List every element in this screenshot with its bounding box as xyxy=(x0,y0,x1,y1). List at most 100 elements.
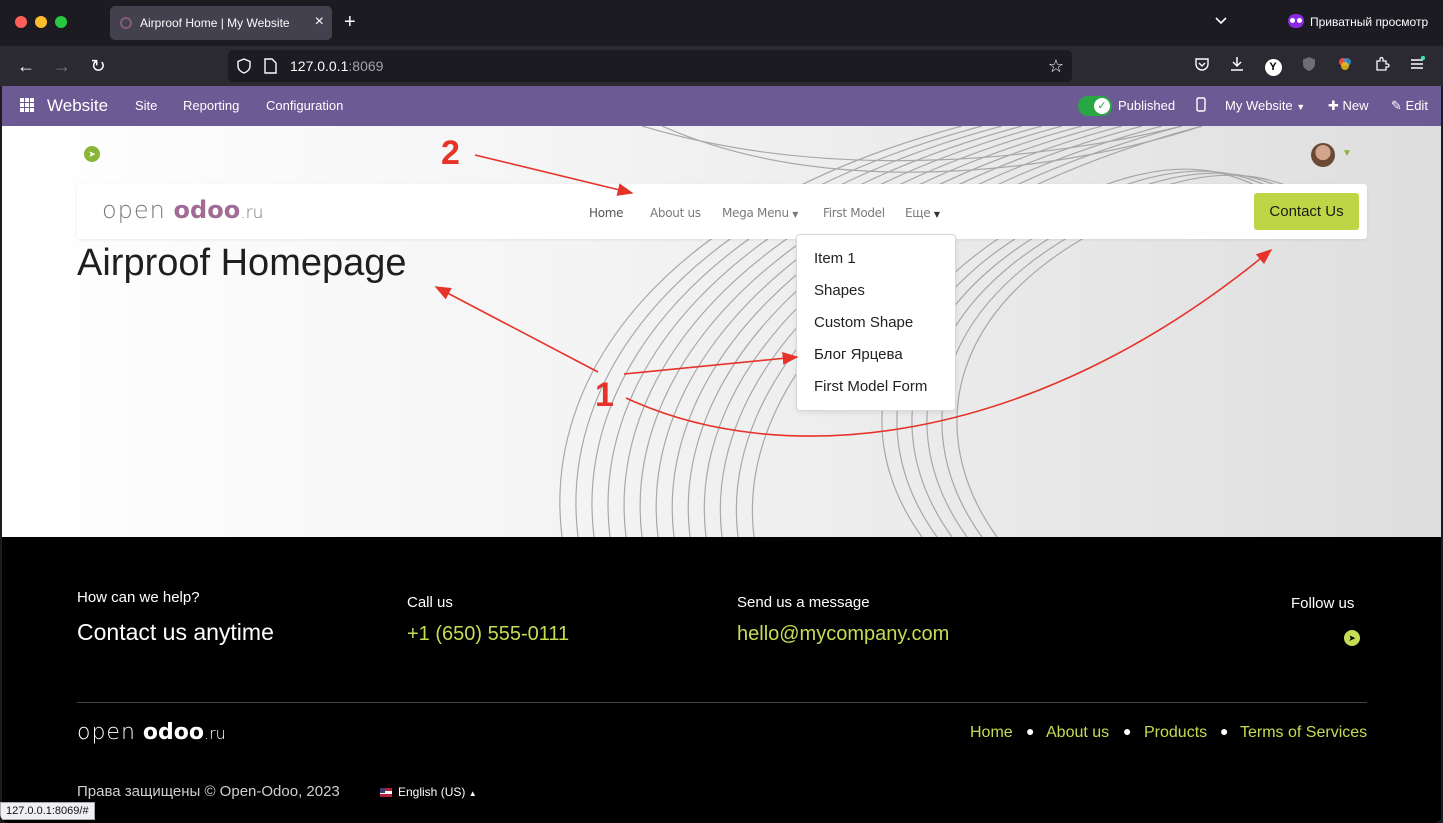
back-arrow-icon[interactable]: ← xyxy=(15,55,37,77)
footer-logo[interactable]: open odoo.ru xyxy=(77,720,226,745)
avatar[interactable] xyxy=(1311,143,1335,167)
caret-down-icon: ▼ xyxy=(1296,102,1306,112)
phone-link[interactable]: +1 (650) 555-0111 xyxy=(407,623,569,646)
logo-tld: .ru xyxy=(240,203,264,223)
dropdown-item-custom-shape[interactable]: Custom Shape xyxy=(814,314,913,331)
nav-mega-menu[interactable]: Mega Menu ▼ xyxy=(722,206,798,220)
page-title: Airproof Homepage xyxy=(77,242,407,284)
ublock-extension-icon[interactable] xyxy=(1299,56,1319,76)
copyright-text: Права защищены © Open-Odoo, 2023 xyxy=(77,783,340,800)
website-page: ➤ ▼ open odoo.ru Home About us Mega Menu… xyxy=(2,126,1441,537)
plus-icon: ✚ xyxy=(1328,98,1339,113)
logo-open: open xyxy=(102,196,166,224)
page-info-icon[interactable] xyxy=(264,58,277,79)
bookmark-star-icon[interactable]: ☆ xyxy=(1048,56,1064,77)
mobile-preview-icon[interactable] xyxy=(1196,97,1206,115)
odoo-admin-bar: Website Site Reporting Configuration Pub… xyxy=(2,86,1441,126)
footer-logo-odoo: odoo xyxy=(142,720,204,745)
tab-title: Airproof Home | My Website xyxy=(140,16,290,30)
list-all-tabs-icon[interactable] xyxy=(1214,13,1228,31)
url-text[interactable]: 127.0.0.1:8069 xyxy=(290,58,383,74)
avatar-caret-icon[interactable]: ▼ xyxy=(1342,148,1352,159)
follow-label: Follow us xyxy=(1291,595,1355,612)
language-label: English (US) xyxy=(398,785,466,799)
message-label: Send us a message xyxy=(737,594,870,611)
admin-menu-configuration[interactable]: Configuration xyxy=(266,98,343,113)
dropdown-item-shapes[interactable]: Shapes xyxy=(814,282,865,299)
color-extension-icon[interactable] xyxy=(1335,56,1355,76)
caret-up-icon: ▲ xyxy=(468,789,477,798)
forward-arrow-icon[interactable]: → xyxy=(51,55,73,77)
address-bar[interactable]: 127.0.0.1:8069 ☆ xyxy=(228,50,1072,82)
browser-tab[interactable]: Airproof Home | My Website × xyxy=(110,6,332,40)
website-selector[interactable]: My Website ▼ xyxy=(1225,98,1305,113)
help-heading: Contact us anytime xyxy=(77,619,274,645)
yandex-extension-icon[interactable]: Y xyxy=(1263,56,1283,76)
dropdown-item-blog[interactable]: Блог Ярцева xyxy=(814,346,903,363)
navigation-toolbar: ← → ↻ 127.0.0.1:8069 ☆ Y xyxy=(0,46,1443,86)
admin-menu-site[interactable]: Site xyxy=(135,98,157,113)
nav-more[interactable]: Еще ▼ xyxy=(905,206,940,220)
admin-menu-reporting[interactable]: Reporting xyxy=(183,98,239,113)
contact-us-button[interactable]: Contact Us xyxy=(1254,193,1359,230)
telegram-icon[interactable]: ➤ xyxy=(1344,630,1360,646)
footer-separator: ● xyxy=(1220,723,1229,739)
shield-icon[interactable] xyxy=(236,58,252,79)
email-link[interactable]: hello@mycompany.com xyxy=(737,623,949,646)
caret-down-icon: ▼ xyxy=(792,210,799,219)
telegram-icon[interactable]: ➤ xyxy=(84,146,100,162)
tab-bar: Airproof Home | My Website × + Приватный… xyxy=(0,0,1443,46)
nav-about-us[interactable]: About us xyxy=(650,206,701,220)
annotation-label-2: 2 xyxy=(441,134,460,172)
footer-logo-open: open xyxy=(77,720,136,745)
private-label: Приватный просмотр xyxy=(1310,15,1429,29)
new-tab-button[interactable]: + xyxy=(344,11,356,33)
nav-first-model[interactable]: First Model xyxy=(823,206,885,220)
footer-logo-tld: .ru xyxy=(204,724,226,743)
nav-home[interactable]: Home xyxy=(589,206,624,220)
url-host: 127.0.0.1 xyxy=(290,58,349,74)
close-tab-icon[interactable]: × xyxy=(315,13,324,31)
us-flag-icon xyxy=(380,788,392,797)
maximize-window-button[interactable] xyxy=(55,16,67,28)
minimize-window-button[interactable] xyxy=(35,16,47,28)
website-selector-label: My Website xyxy=(1225,98,1293,113)
browser-window: Airproof Home | My Website × + Приватный… xyxy=(0,0,1443,823)
logo-odoo: odoo xyxy=(173,196,241,224)
apps-grid-icon[interactable] xyxy=(20,98,34,112)
nav-mega-menu-label: Mega Menu xyxy=(722,206,789,220)
odoo-favicon-icon xyxy=(120,17,132,29)
footer-link-terms[interactable]: Terms of Services xyxy=(1240,724,1367,742)
new-button-label: New xyxy=(1342,98,1369,113)
download-icon[interactable] xyxy=(1227,56,1247,76)
dropdown-item-item-1[interactable]: Item 1 xyxy=(814,250,856,267)
footer-divider xyxy=(77,702,1367,703)
publish-toggle[interactable] xyxy=(1078,96,1112,116)
new-button[interactable]: ✚ New xyxy=(1328,98,1369,114)
footer-link-products[interactable]: Products xyxy=(1144,724,1207,742)
annotation-label-1: 1 xyxy=(595,376,614,414)
language-selector[interactable]: English (US) ▲ xyxy=(380,785,477,799)
app-name[interactable]: Website xyxy=(47,96,108,116)
extensions-puzzle-icon[interactable] xyxy=(1372,56,1392,76)
edit-button[interactable]: ✎ Edit xyxy=(1391,98,1428,114)
footer-separator: ● xyxy=(1026,723,1035,739)
more-dropdown-menu: Item 1 Shapes Custom Shape Блог Ярцева F… xyxy=(796,234,956,411)
footer-link-about-us[interactable]: About us xyxy=(1046,724,1109,742)
site-logo[interactable]: open odoo.ru xyxy=(102,196,263,224)
site-footer: How can we help? Contact us anytime Call… xyxy=(2,537,1441,823)
private-browsing-indicator: Приватный просмотр xyxy=(1288,14,1428,29)
pocket-icon[interactable] xyxy=(1192,56,1212,76)
edit-button-label: Edit xyxy=(1405,98,1428,113)
caret-down-icon: ▼ xyxy=(933,210,940,219)
close-window-button[interactable] xyxy=(15,16,27,28)
dropdown-item-first-model-form[interactable]: First Model Form xyxy=(814,378,927,395)
footer-link-home[interactable]: Home xyxy=(970,724,1013,742)
site-header: open odoo.ru Home About us Mega Menu ▼ F… xyxy=(77,184,1367,239)
footer-separator: ● xyxy=(1123,723,1132,739)
app-menu-icon[interactable] xyxy=(1407,55,1427,76)
url-port: :8069 xyxy=(348,58,384,74)
help-question: How can we help? xyxy=(77,589,200,606)
published-label[interactable]: Published xyxy=(1118,98,1175,113)
reload-icon[interactable]: ↻ xyxy=(87,55,109,77)
